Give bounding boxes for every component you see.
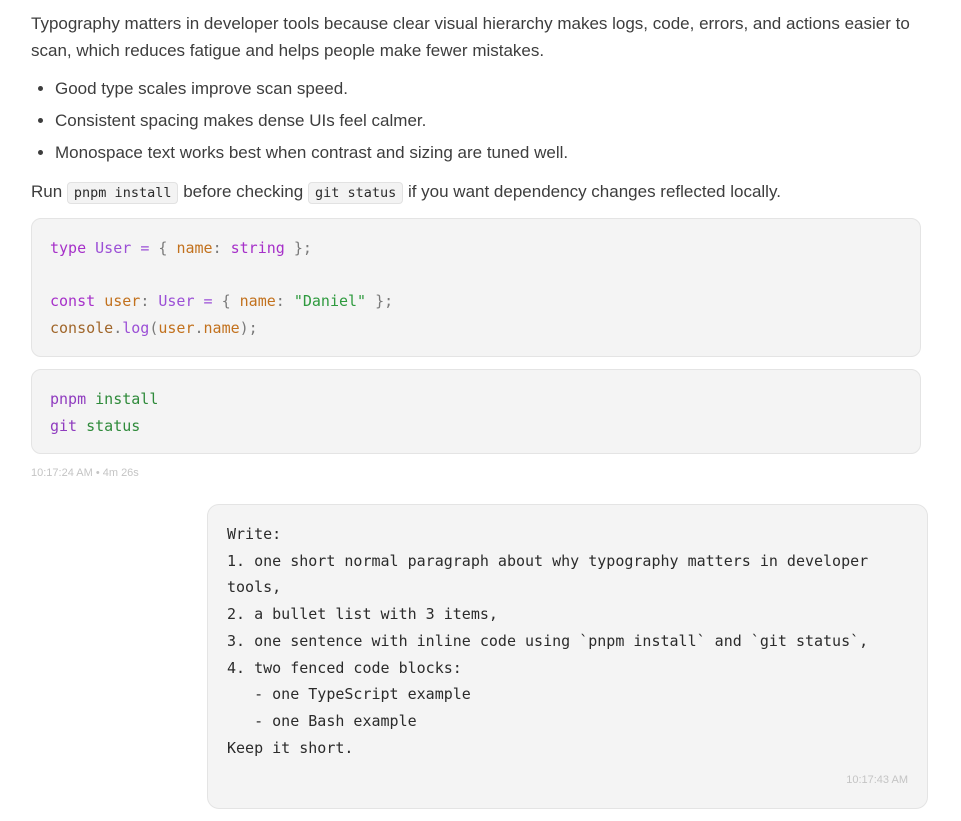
bash-code-block[interactable]: pnpm install git status	[31, 369, 921, 454]
list-item: Consistent spacing makes dense UIs feel …	[31, 109, 568, 141]
user-message-timestamp: 10:17:43 AM	[846, 774, 908, 786]
assistant-message-timestamp: 10:17:24 AM • 4m 26s	[31, 467, 139, 479]
bullet-dot-icon	[38, 118, 43, 123]
user-message-bubble: Write: 1. one short normal paragraph abo…	[207, 504, 928, 809]
typescript-code-block[interactable]: type User = { name: string }; const user…	[31, 218, 921, 357]
inline-code-sentence: Run pnpm install before checking git sta…	[31, 178, 781, 207]
bullet-dot-icon	[38, 86, 43, 91]
assistant-paragraph: Typography matters in developer tools be…	[31, 14, 910, 60]
list-item: Good type scales improve scan speed.	[31, 77, 568, 109]
bullet-list: Good type scales improve scan speed. Con…	[31, 77, 568, 173]
inline-code-pnpm: pnpm install	[66, 182, 179, 204]
user-message-text: Write: 1. one short normal paragraph abo…	[227, 525, 869, 757]
bullet-dot-icon	[38, 150, 43, 155]
inline-code-git: git status	[307, 182, 404, 204]
list-item: Monospace text works best when contrast …	[31, 141, 568, 173]
